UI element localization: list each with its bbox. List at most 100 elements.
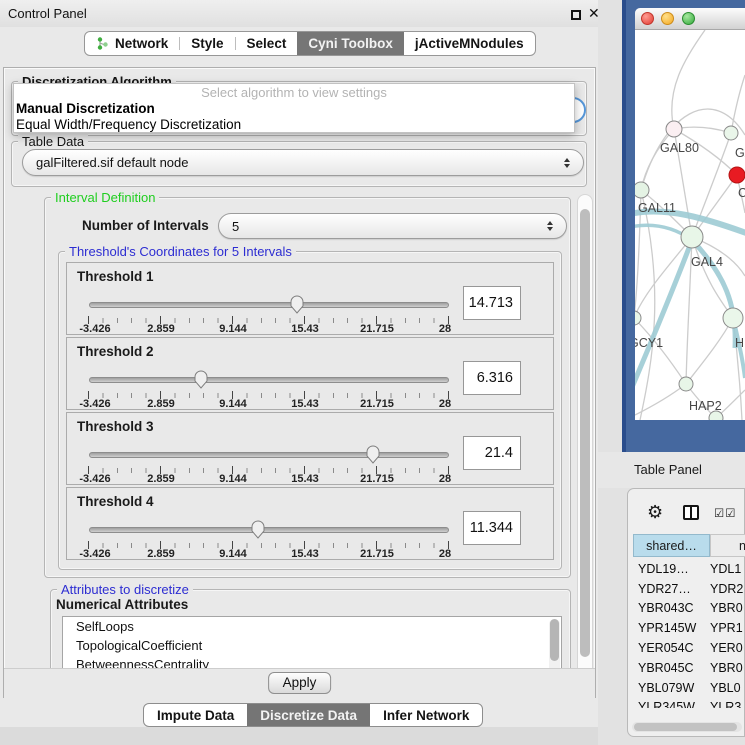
zoom-traffic-light-icon[interactable] (682, 12, 695, 25)
close-traffic-light-icon[interactable] (641, 12, 654, 25)
tick-label: 28 (439, 473, 451, 485)
node-label-partial: H (735, 336, 744, 350)
node-label: HAP2 (689, 399, 722, 413)
threshold-1-panel: Threshold 1 -3.426 2.859 9.144 15.43 21.… (66, 262, 554, 335)
table-row[interactable]: YDR27…YDR2 (631, 579, 745, 599)
close-icon[interactable]: ✕ (588, 5, 600, 22)
slider-track[interactable] (89, 452, 449, 458)
bottom-strip (0, 727, 598, 745)
tick-label: 28 (439, 548, 451, 560)
threshold-value-input[interactable]: 11.344 (463, 511, 521, 545)
node-gal11[interactable] (635, 182, 649, 198)
threshold-label: Threshold 2 (77, 344, 154, 359)
tab-label: Network (115, 36, 168, 51)
apply-button[interactable]: Apply (268, 672, 332, 694)
node-hap2[interactable] (679, 377, 693, 391)
tick-label: 28 (439, 323, 451, 335)
tick-label: 21.715 (360, 323, 394, 335)
tick-label: 9.144 (219, 473, 247, 485)
slider-track[interactable] (89, 527, 449, 533)
table-row[interactable]: YER054CYER0 (631, 638, 745, 658)
tab-infer-network[interactable]: Infer Network (370, 704, 482, 726)
node-gal4[interactable] (681, 226, 703, 248)
threshold-4-slider[interactable] (89, 522, 449, 542)
table-row[interactable]: YPR145WYPR1 (631, 618, 745, 638)
dropdown-placeholder: Select algorithm to view settings (14, 84, 574, 101)
tick-label: 28 (439, 398, 451, 410)
float-panel-icon[interactable] (571, 10, 581, 20)
slider-handle[interactable] (289, 294, 305, 314)
slider-handle[interactable] (250, 519, 266, 539)
combo-arrows-icon[interactable] (564, 158, 570, 168)
dropdown-option-manual[interactable]: Manual Discretization (14, 101, 574, 117)
tick-label: 9.144 (219, 323, 247, 335)
gear-icon[interactable]: ⚙ (647, 503, 663, 521)
control-panel-titlebar: Control Panel ✕ (0, 0, 598, 27)
threshold-4-panel: Threshold 4 -3.426 2.859 9.144 15.43 21.… (66, 487, 554, 560)
table-row[interactable]: YBR043CYBR0 (631, 599, 745, 619)
minimize-traffic-light-icon[interactable] (661, 12, 674, 25)
node-red[interactable] (729, 167, 745, 183)
control-panel-tabs: Network Style Select Cyni Toolbox jActiv… (84, 31, 536, 56)
table-row[interactable]: YBR045CYBR0 (631, 658, 745, 678)
table-data-combobox[interactable]: galFiltered.sif default node (22, 149, 584, 176)
tick-label: -3.426 (79, 548, 110, 560)
network-canvas[interactable]: GAL80 GA C GAL11 GAL4 GCY1 H HAP2 (635, 30, 745, 420)
node-label: GCY1 (635, 336, 663, 350)
node[interactable] (724, 126, 738, 140)
tab-select[interactable]: Select (236, 32, 298, 55)
table-row[interactable]: YLR345WYLR3 (631, 698, 745, 708)
scrollbar-thumb[interactable] (634, 723, 737, 731)
attribute-list-item[interactable]: SelfLoops (63, 617, 561, 636)
tick-label: 21.715 (360, 398, 394, 410)
slider-handle[interactable] (193, 369, 209, 389)
scrollbar-thumb[interactable] (580, 209, 590, 657)
node-label: GAL4 (691, 255, 723, 269)
columns-icon[interactable] (683, 505, 699, 520)
threshold-1-slider[interactable] (89, 297, 449, 317)
panel-title: Control Panel (8, 6, 87, 21)
node-gal80[interactable] (666, 121, 682, 137)
checkbox-pair-icon[interactable]: ☑☑ (714, 506, 737, 520)
tick-label: 2.859 (147, 473, 175, 485)
node[interactable] (723, 308, 743, 328)
tab-discretize-data[interactable]: Discretize Data (247, 704, 370, 726)
tab-network[interactable]: Network (85, 32, 179, 55)
tick-label: 2.859 (147, 398, 175, 410)
threshold-value-input[interactable]: 21.4 (463, 436, 521, 470)
slider-track[interactable] (89, 377, 449, 383)
tick-label: 9.144 (219, 548, 247, 560)
tab-label: Select (247, 36, 287, 51)
tab-label: Impute Data (157, 708, 234, 723)
tick-label: 15.43 (291, 398, 319, 410)
column-header-name[interactable]: na (710, 534, 745, 557)
table-row[interactable]: YDL19…YDL1 (631, 559, 745, 579)
vertical-scrollbar[interactable] (577, 194, 593, 696)
number-of-intervals-spinner[interactable]: 5 (218, 213, 567, 239)
tab-label: Style (191, 36, 223, 51)
threshold-value-input[interactable]: 6.316 (463, 361, 521, 395)
tab-jactivemnodules[interactable]: jActiveMNodules (404, 32, 535, 55)
slider-handle[interactable] (365, 444, 381, 464)
tab-impute-data[interactable]: Impute Data (144, 704, 247, 726)
node-label: GAL11 (638, 201, 676, 215)
tick-label: 21.715 (360, 473, 394, 485)
column-header-shared-name[interactable]: shared… (633, 534, 710, 557)
dropdown-option-equal-width[interactable]: Equal Width/Frequency Discretization (14, 117, 574, 133)
threshold-value-input[interactable]: 14.713 (463, 286, 521, 320)
tab-style[interactable]: Style (180, 32, 234, 55)
node-gcy1[interactable] (635, 311, 641, 325)
tab-label: jActiveMNodules (415, 36, 524, 51)
spinner-arrows-icon[interactable] (547, 221, 553, 231)
table-row[interactable]: YBL079WYBL0 (631, 678, 745, 698)
threshold-2-slider[interactable] (89, 372, 449, 392)
slider-track[interactable] (89, 302, 449, 308)
tick-label: -3.426 (79, 398, 110, 410)
tab-cyni-toolbox[interactable]: Cyni Toolbox (297, 32, 404, 55)
table-data-selected-value: galFiltered.sif default node (36, 150, 188, 175)
tab-label: Discretize Data (260, 708, 357, 723)
attribute-list-item[interactable]: TopologicalCoefficient (63, 636, 561, 655)
horizontal-scrollbar[interactable] (632, 722, 742, 732)
tick-label: -3.426 (79, 473, 110, 485)
threshold-3-slider[interactable] (89, 447, 449, 467)
